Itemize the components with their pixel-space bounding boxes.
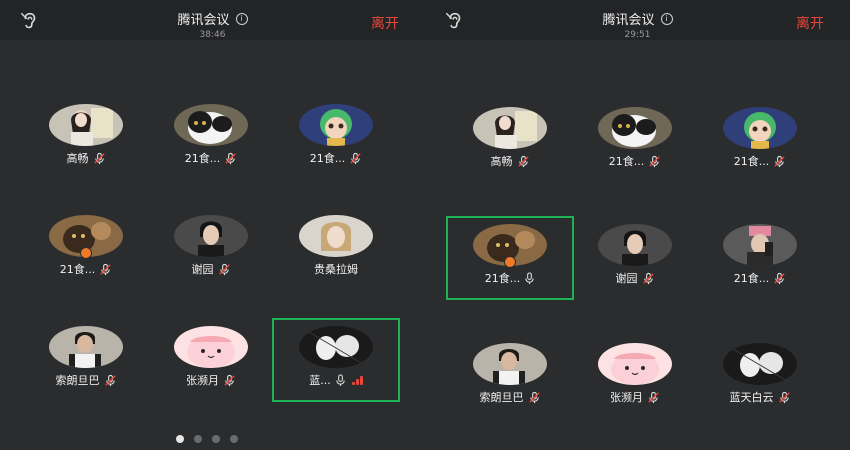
- info-icon[interactable]: i: [660, 12, 673, 25]
- mic-muted-icon: [104, 374, 116, 386]
- mic-muted-icon: [774, 155, 785, 167]
- participant-name: 21食...: [733, 272, 770, 285]
- participant-name: 21食...: [184, 152, 221, 165]
- mic-icon: [525, 271, 534, 284]
- page-dot[interactable]: [230, 435, 238, 443]
- participant-tile[interactable]: 21食...: [571, 101, 699, 185]
- participant-name: 高畅: [490, 155, 513, 168]
- avatar: [473, 343, 547, 385]
- avatar: [723, 343, 797, 385]
- mic-muted-icon: [648, 391, 659, 403]
- signal-strength-icon: [351, 375, 363, 385]
- host-badge-icon: [80, 247, 92, 259]
- leave-button[interactable]: 离开: [371, 13, 399, 33]
- participant-tile[interactable]: 21食...: [272, 98, 400, 182]
- avatar: [299, 104, 373, 146]
- participant-tile[interactable]: 21食...: [147, 98, 275, 182]
- page-dot[interactable]: [194, 435, 202, 443]
- mic-muted-icon: [225, 152, 236, 164]
- mic-icon: [336, 373, 345, 386]
- avatar: [723, 224, 797, 266]
- participant-tile[interactable]: 谢园: [571, 218, 699, 302]
- mic-muted-icon: [774, 272, 785, 284]
- participant-tile[interactable]: 蓝天白云: [696, 337, 824, 421]
- participant-tile[interactable]: 索朗旦巴: [446, 337, 574, 421]
- meeting-title-area: 腾讯会议 i 38:46: [0, 9, 425, 40]
- avatar: [299, 326, 373, 368]
- participant-name: 蓝...: [309, 374, 331, 387]
- participant-tile-active[interactable]: 蓝...: [272, 318, 400, 402]
- participant-tile[interactable]: 谢园: [147, 209, 275, 293]
- page-indicator[interactable]: [176, 435, 238, 443]
- participant-name: 21食...: [608, 155, 645, 168]
- meeting-duration: 29:51: [624, 30, 651, 40]
- participant-name: 21食...: [484, 272, 521, 285]
- meeting-panel-right: 腾讯会议 i 29:51 离开 高畅 21食... 21食... 21食... …: [425, 0, 850, 450]
- participant-tile[interactable]: 张濒月: [571, 337, 699, 421]
- participant-tile[interactable]: 高畅: [446, 101, 574, 185]
- avatar: [174, 326, 248, 368]
- avatar: [174, 215, 248, 257]
- info-icon[interactable]: i: [235, 12, 248, 25]
- avatar: [299, 215, 373, 257]
- mic-muted-icon: [218, 263, 230, 275]
- participant-name: 索朗旦巴: [55, 374, 100, 387]
- avatar: [598, 224, 672, 266]
- meeting-title-text: 腾讯会议: [177, 13, 230, 28]
- mic-muted-icon: [649, 155, 660, 167]
- participant-tile[interactable]: 21食...: [22, 209, 150, 293]
- participant-tile[interactable]: 索朗旦巴: [22, 320, 150, 404]
- participant-name: 21食...: [309, 152, 346, 165]
- participant-tile[interactable]: 高畅: [22, 98, 150, 182]
- meeting-panel-left: 腾讯会议 i 38:46 离开 高畅 21食... 21食... 21食... …: [0, 0, 425, 450]
- avatar: [49, 326, 123, 368]
- mic-muted-icon: [528, 391, 540, 403]
- host-badge-icon: [504, 256, 516, 268]
- participant-name: 张濒月: [186, 374, 219, 387]
- avatar: [598, 343, 672, 385]
- meeting-title-text: 腾讯会议: [602, 13, 655, 28]
- participant-tile[interactable]: 贵桑拉姆: [272, 209, 400, 293]
- participant-name: 蓝天白云: [729, 391, 774, 404]
- leave-button[interactable]: 离开: [796, 13, 824, 33]
- mic-muted-icon: [517, 155, 529, 167]
- participant-name: 张濒月: [610, 391, 643, 404]
- page-dot[interactable]: [212, 435, 220, 443]
- participant-name: 谢园: [191, 263, 214, 276]
- top-bar: 腾讯会议 i 38:46 离开: [0, 0, 425, 40]
- meeting-title[interactable]: 腾讯会议 i: [177, 9, 248, 28]
- participant-name: 21食...: [733, 155, 770, 168]
- participant-tile[interactable]: 21食...: [696, 101, 824, 185]
- avatar: [473, 107, 547, 149]
- participant-name: 索朗旦巴: [479, 391, 524, 404]
- mic-muted-icon: [100, 263, 111, 275]
- top-bar: 腾讯会议 i 29:51 离开: [425, 0, 850, 40]
- participant-tile-active[interactable]: 21食...: [446, 216, 574, 300]
- mic-muted-icon: [778, 391, 790, 403]
- mic-muted-icon: [224, 374, 235, 386]
- participant-tile[interactable]: 21食...: [696, 218, 824, 302]
- avatar: [174, 104, 248, 146]
- participant-name: 21食...: [59, 263, 96, 276]
- meeting-title[interactable]: 腾讯会议 i: [602, 9, 673, 28]
- participant-name: 贵桑拉姆: [314, 263, 358, 276]
- page-dot[interactable]: [176, 435, 184, 443]
- mic-muted-icon: [350, 152, 361, 164]
- participant-tile[interactable]: 张濒月: [147, 320, 275, 404]
- meeting-title-area: 腾讯会议 i 29:51: [425, 9, 850, 40]
- mic-muted-icon: [642, 272, 654, 284]
- avatar: [49, 104, 123, 146]
- participant-name: 谢园: [615, 272, 638, 285]
- meeting-duration: 38:46: [199, 30, 226, 40]
- participant-name: 高畅: [66, 152, 89, 165]
- avatar: [598, 107, 672, 149]
- avatar: [723, 107, 797, 149]
- mic-muted-icon: [93, 152, 105, 164]
